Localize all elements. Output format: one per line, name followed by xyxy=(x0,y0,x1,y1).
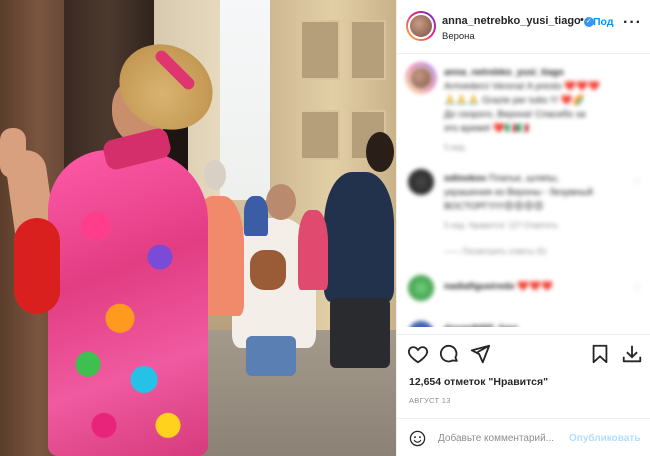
comment-username[interactable]: anna_netrebko_yusi_tiago xyxy=(444,67,564,78)
comment-avatar[interactable] xyxy=(408,321,434,327)
comment-avatar[interactable] xyxy=(406,63,436,93)
view-replies-button[interactable]: —— Посмотреть ответы (5) xyxy=(444,247,546,256)
share-icon[interactable] xyxy=(469,343,491,365)
comment-text: ВОСТОРГ!!!!!!😍😍😍😍 xyxy=(444,201,544,212)
comment-username[interactable]: nadiafigueiredo xyxy=(444,281,515,292)
post-date[interactable]: АВГУСТ 13 xyxy=(409,396,451,405)
post-header: anna_netrebko_yusi_tiago ✓ • Под Верона ·… xyxy=(397,0,650,54)
more-icon[interactable]: ··· xyxy=(623,14,642,32)
comment-bar: Опубликовать xyxy=(397,418,650,456)
comment-text: 🙏🙏🙏 Grazie per tutto !!! ❤️🌈 xyxy=(444,95,585,106)
post-photo[interactable] xyxy=(0,0,396,456)
comment-input[interactable] xyxy=(438,428,566,448)
post-actions xyxy=(397,334,650,374)
post-location[interactable]: Верона xyxy=(442,31,475,42)
comment-avatar[interactable] xyxy=(408,275,434,301)
comment-avatar[interactable] xyxy=(408,169,434,195)
photo-woman-dress xyxy=(48,150,208,456)
follow-button[interactable]: Под xyxy=(593,16,614,28)
comment-like-icon[interactable]: ♡ xyxy=(633,283,641,294)
comment-like-icon[interactable]: ♡ xyxy=(633,177,641,188)
author-username[interactable]: anna_netrebko_yusi_tiago ✓ xyxy=(442,15,594,27)
comment-text: Arrivederci Verona! A presto ❤️❤️❤️ xyxy=(444,81,600,92)
comment-meta: 5 нед. Нравится: 127 Ответить xyxy=(444,221,558,230)
comment-icon[interactable] xyxy=(438,343,460,365)
separator-dot: • xyxy=(580,14,584,26)
comment-username[interactable]: dream9400_fans xyxy=(444,323,518,327)
photo-red-bag xyxy=(14,218,60,314)
comment-text: это время! ❤️🇮🇹🇮🇹 xyxy=(444,123,529,134)
download-icon[interactable] xyxy=(621,343,643,365)
heart-icon[interactable] xyxy=(407,343,429,365)
post-panel: anna_netrebko_yusi_tiago ✓ • Под Верона ·… xyxy=(396,0,650,456)
comment-meta: 5 нед. xyxy=(444,143,467,152)
comments-list: anna_netrebko_yusi_tiago Arrivederci Ver… xyxy=(397,55,650,327)
bookmark-icon[interactable] xyxy=(589,343,611,365)
author-avatar[interactable] xyxy=(406,11,436,41)
comment-text: До скорого, Верона! Спасибо за xyxy=(444,109,586,120)
publish-button[interactable]: Опубликовать xyxy=(569,433,640,444)
comment-username[interactable]: odinokov xyxy=(444,173,486,184)
likes-count[interactable]: 12,654 отметок "Нравится" xyxy=(409,376,548,388)
emoji-icon[interactable] xyxy=(409,430,426,447)
comment-text: украшения из Вероны - безумный xyxy=(444,187,593,198)
